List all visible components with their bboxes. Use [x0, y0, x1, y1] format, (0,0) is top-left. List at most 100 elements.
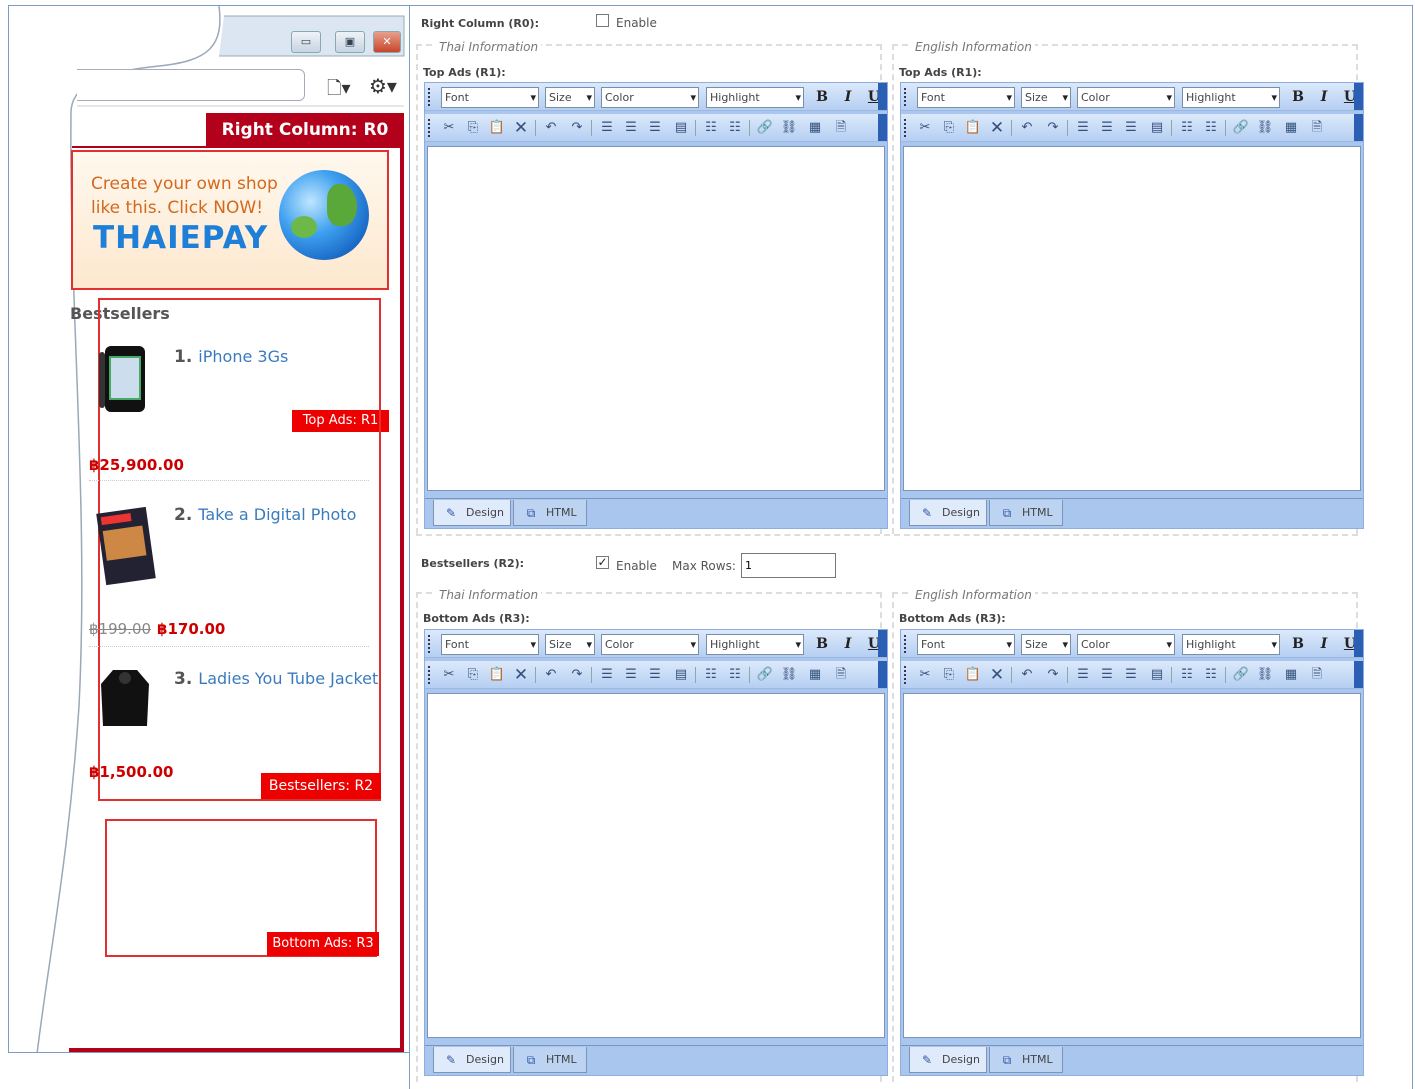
editor-content-area[interactable] — [427, 693, 885, 1038]
highlight-select[interactable]: Highlight ▾ — [706, 87, 804, 108]
color-select[interactable]: Color ▾ — [601, 634, 699, 655]
link-icon[interactable]: 🔗 — [1231, 666, 1251, 684]
tab-design[interactable]: ✎ Design — [909, 1047, 987, 1073]
preview-icon[interactable]: 🗎 — [831, 666, 851, 684]
font-select[interactable]: Font ▾ — [917, 87, 1015, 108]
bold-button[interactable]: B — [1287, 87, 1309, 107]
book-image[interactable] — [95, 506, 157, 586]
preview-icon[interactable]: 🗎 — [1307, 666, 1327, 684]
link-icon[interactable]: 🔗 — [1231, 119, 1251, 137]
numbered-list-icon[interactable]: ☷ — [725, 119, 745, 137]
tab-design[interactable]: ✎ Design — [433, 1047, 511, 1073]
paste-icon[interactable]: 📋 — [487, 666, 507, 684]
tab-design[interactable]: ✎ Design — [433, 500, 511, 526]
link-icon[interactable]: 🔗 — [755, 119, 775, 137]
preview-icon[interactable]: 🗎 — [1307, 119, 1327, 137]
link-icon[interactable]: 🔗 — [755, 666, 775, 684]
iphone-image[interactable] — [97, 344, 157, 416]
italic-button[interactable]: I — [837, 87, 859, 107]
editor-content-area[interactable] — [903, 693, 1361, 1038]
top-ads-banner[interactable]: Create your own shop like this. Click NO… — [71, 150, 389, 432]
minimize-icon[interactable]: ▭ — [291, 31, 321, 53]
redo-icon[interactable]: ↷ — [1043, 119, 1063, 137]
redo-icon[interactable]: ↷ — [567, 666, 587, 684]
italic-button[interactable]: I — [837, 634, 859, 654]
size-select[interactable]: Size ▾ — [1021, 634, 1071, 655]
highlight-select[interactable]: Highlight ▾ — [706, 634, 804, 655]
align-right-icon[interactable]: ☰ — [1121, 666, 1141, 684]
unlink-icon[interactable]: ⛓ — [779, 119, 799, 137]
preview-icon[interactable]: 🗎 — [831, 119, 851, 137]
justify-icon[interactable]: ▤ — [1147, 666, 1167, 684]
cut-icon[interactable]: ✂ — [915, 666, 935, 684]
address-bar[interactable] — [77, 69, 305, 101]
undo-icon[interactable]: ↶ — [1017, 666, 1037, 684]
bullet-list-icon[interactable]: ☷ — [701, 119, 721, 137]
table-icon[interactable]: ▦ — [805, 119, 825, 137]
tab-html[interactable]: ⧉ HTML — [989, 1047, 1063, 1073]
cut-icon[interactable]: ✂ — [439, 119, 459, 137]
highlight-select[interactable]: Highlight ▾ — [1182, 87, 1280, 108]
size-select[interactable]: Size ▾ — [545, 634, 595, 655]
paste-icon[interactable]: 📋 — [963, 119, 983, 137]
bestsellers-enable-checkbox[interactable]: ✓ — [596, 556, 609, 569]
align-left-icon[interactable]: ☰ — [1073, 666, 1093, 684]
align-left-icon[interactable]: ☰ — [597, 119, 617, 137]
copy-icon[interactable]: ⎘ — [463, 666, 483, 684]
product-link[interactable]: 1. iPhone 3Gs — [174, 347, 288, 367]
editor-content-area[interactable] — [427, 146, 885, 491]
align-left-icon[interactable]: ☰ — [1073, 119, 1093, 137]
align-right-icon[interactable]: ☰ — [645, 666, 665, 684]
delete-icon[interactable]: ✕ — [987, 119, 1007, 137]
unlink-icon[interactable]: ⛓ — [1255, 666, 1275, 684]
jacket-image[interactable] — [97, 666, 153, 732]
page-menu-icon[interactable]: 🗋▾ — [327, 76, 351, 106]
right-column-enable-checkbox[interactable] — [596, 14, 609, 27]
undo-icon[interactable]: ↶ — [1017, 119, 1037, 137]
align-right-icon[interactable]: ☰ — [1121, 119, 1141, 137]
align-center-icon[interactable]: ☰ — [1097, 119, 1117, 137]
size-select[interactable]: Size ▾ — [1021, 87, 1071, 108]
align-right-icon[interactable]: ☰ — [645, 119, 665, 137]
cut-icon[interactable]: ✂ — [915, 119, 935, 137]
delete-icon[interactable]: ✕ — [511, 666, 531, 684]
color-select[interactable]: Color ▾ — [1077, 87, 1175, 108]
redo-icon[interactable]: ↷ — [1043, 666, 1063, 684]
align-center-icon[interactable]: ☰ — [621, 666, 641, 684]
unlink-icon[interactable]: ⛓ — [779, 666, 799, 684]
font-select[interactable]: Font ▾ — [441, 87, 539, 108]
numbered-list-icon[interactable]: ☷ — [1201, 666, 1221, 684]
table-icon[interactable]: ▦ — [1281, 119, 1301, 137]
numbered-list-icon[interactable]: ☷ — [1201, 119, 1221, 137]
undo-icon[interactable]: ↶ — [541, 666, 561, 684]
justify-icon[interactable]: ▤ — [671, 119, 691, 137]
product-link[interactable]: 2. Take a Digital Photo — [174, 505, 356, 525]
delete-icon[interactable]: ✕ — [987, 666, 1007, 684]
align-left-icon[interactable]: ☰ — [597, 666, 617, 684]
tab-html[interactable]: ⧉ HTML — [513, 1047, 587, 1073]
size-select[interactable]: Size ▾ — [545, 87, 595, 108]
table-icon[interactable]: ▦ — [805, 666, 825, 684]
undo-icon[interactable]: ↶ — [541, 119, 561, 137]
cut-icon[interactable]: ✂ — [439, 666, 459, 684]
numbered-list-icon[interactable]: ☷ — [725, 666, 745, 684]
product-link[interactable]: 3. Ladies You Tube Jacket — [174, 669, 378, 689]
restore-icon[interactable]: ▣ — [335, 31, 365, 53]
paste-icon[interactable]: 📋 — [963, 666, 983, 684]
tab-html[interactable]: ⧉ HTML — [513, 500, 587, 526]
bullet-list-icon[interactable]: ☷ — [701, 666, 721, 684]
editor-content-area[interactable] — [903, 146, 1361, 491]
align-center-icon[interactable]: ☰ — [1097, 666, 1117, 684]
gear-icon[interactable]: ⚙▾ — [369, 74, 397, 98]
font-select[interactable]: Font ▾ — [917, 634, 1015, 655]
copy-icon[interactable]: ⎘ — [463, 119, 483, 137]
bullet-list-icon[interactable]: ☷ — [1177, 119, 1197, 137]
tab-html[interactable]: ⧉ HTML — [989, 500, 1063, 526]
justify-icon[interactable]: ▤ — [1147, 119, 1167, 137]
paste-icon[interactable]: 📋 — [487, 119, 507, 137]
bold-button[interactable]: B — [811, 634, 833, 654]
font-select[interactable]: Font ▾ — [441, 634, 539, 655]
table-icon[interactable]: ▦ — [1281, 666, 1301, 684]
copy-icon[interactable]: ⎘ — [939, 119, 959, 137]
bold-button[interactable]: B — [1287, 634, 1309, 654]
